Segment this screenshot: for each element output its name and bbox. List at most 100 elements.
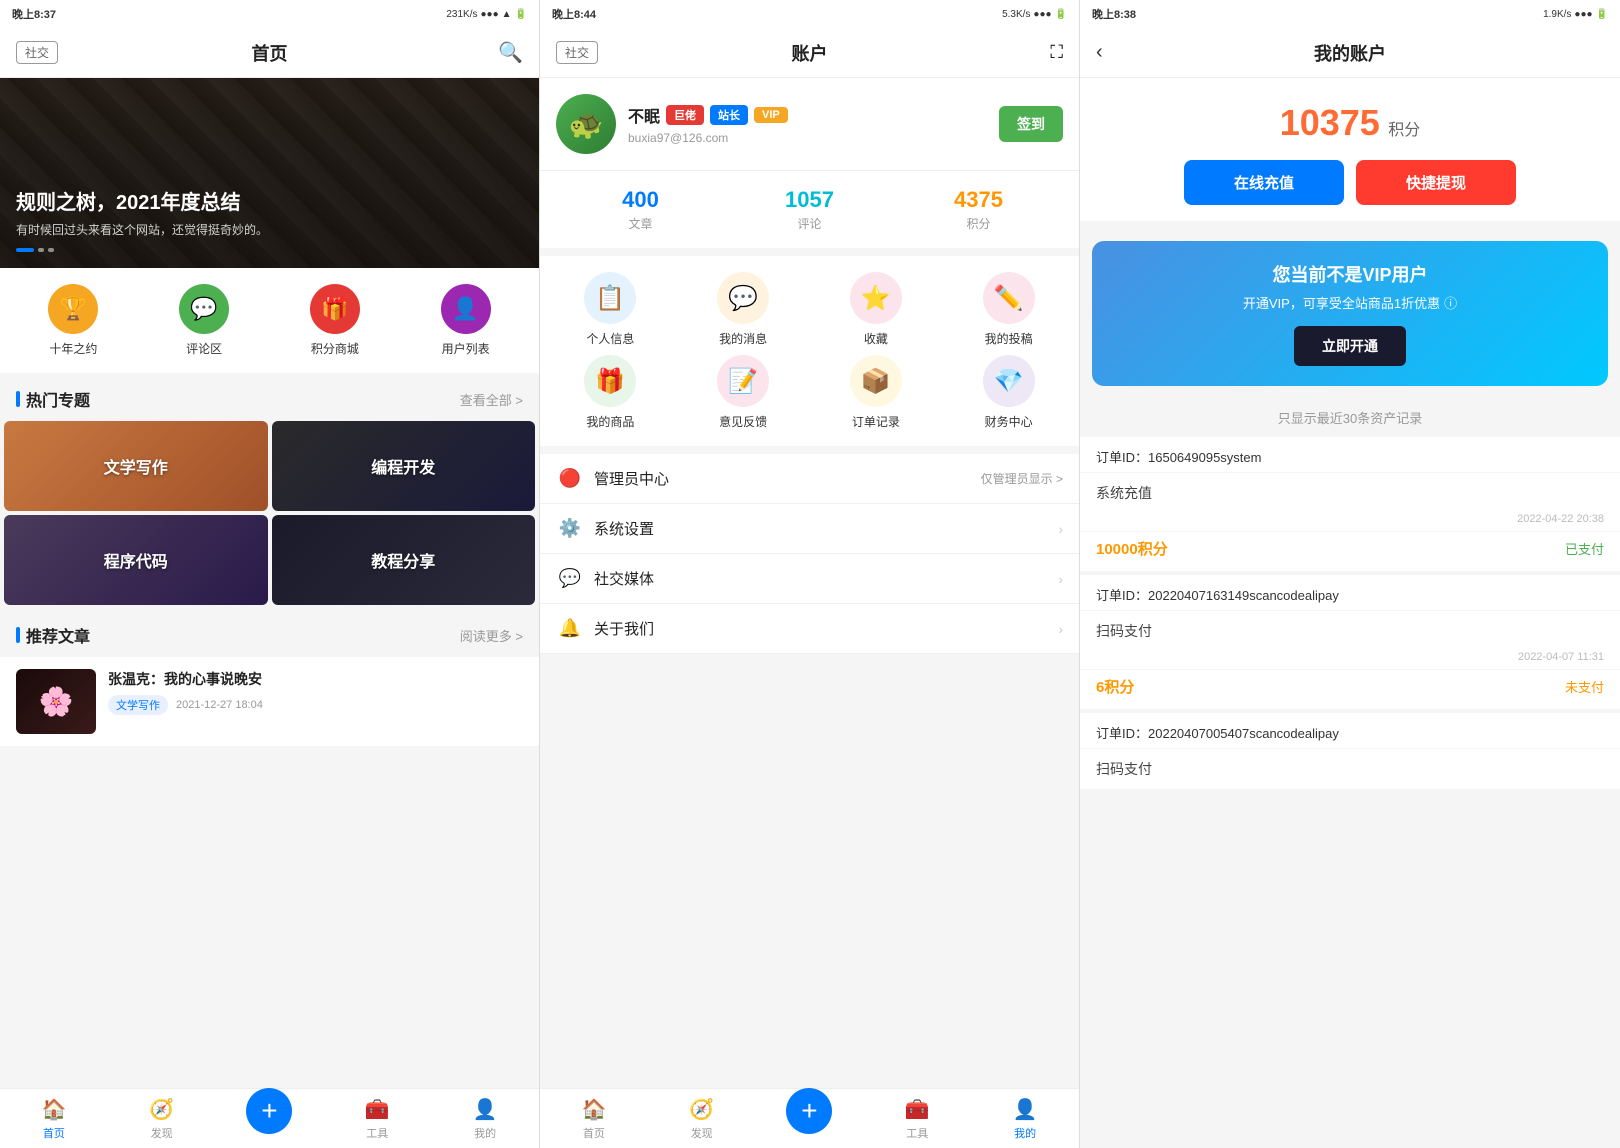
messages-icon: 💬 — [717, 272, 769, 324]
bottom-nav-add-btn[interactable]: + — [216, 1104, 324, 1134]
goods-label: 我的商品 — [586, 413, 634, 430]
finance-icon: 💎 — [983, 355, 1035, 407]
back-button[interactable]: ‹ — [1096, 41, 1103, 64]
status-icons-account: 5.3K/s ●●● 🔋 — [1002, 9, 1067, 20]
settings-label: 系统设置 — [594, 518, 1048, 539]
discover-label: 发现 — [151, 1125, 173, 1141]
stat-points: 4375 积分 — [894, 187, 1063, 232]
nav-title-myaccount: 我的账户 — [1314, 40, 1386, 66]
hero-title: 规则之树，2021年度总结 — [16, 186, 523, 215]
bottom-nav-me-btn-2[interactable]: 👤 我的 — [971, 1097, 1079, 1141]
feedback-icon: 📝 — [717, 355, 769, 407]
hot-topics-header: 热门专题 查看全部 > — [0, 373, 539, 421]
vip-subtitle-text: 开通VIP，可享受全站商品1折优惠 — [1243, 293, 1440, 312]
banner-dots — [16, 248, 523, 252]
topic-label-3: 程序代码 — [104, 548, 168, 572]
tools-label-2: 工具 — [906, 1125, 928, 1141]
admin-label: 管理员中心 — [594, 468, 971, 489]
badge-station: 站长 — [710, 105, 748, 125]
status-icons-home: 231K/s ●●● ▲ 🔋 — [446, 9, 527, 20]
quick-item-4[interactable]: 👤 用户列表 — [441, 284, 491, 357]
bottom-nav-me-btn[interactable]: 👤 我的 — [431, 1097, 539, 1141]
bottom-nav-discover-btn[interactable]: 🧭 发现 — [108, 1097, 216, 1141]
quick-item-3[interactable]: 🎁 积分商城 — [310, 284, 360, 357]
hero-banner[interactable]: 规则之树，2021年度总结 有时候回过头来看这个网站，还觉得挺奇妙的。 — [0, 78, 539, 268]
nav-bar-account: 社交 账户 ⛶ — [540, 28, 1079, 78]
bottom-nav-discover-btn-2[interactable]: 🧭 发现 — [648, 1097, 756, 1141]
order-desc-3: 扫码支付 — [1080, 749, 1620, 789]
article-title-1: 张温克：我的心事说晚安 — [108, 669, 523, 689]
menu-messages[interactable]: 💬 我的消息 — [681, 272, 806, 347]
order-1: 订单ID：1650649095system 系统充值 2022-04-22 20… — [1080, 437, 1620, 571]
menu-social[interactable]: 💬 社交媒体 › — [540, 554, 1079, 604]
menu-admin[interactable]: 🔴 管理员中心 仅管理员显示 > — [540, 454, 1079, 504]
menu-profile[interactable]: 📋 个人信息 — [548, 272, 673, 347]
status-battery-home: 🔋 — [515, 9, 527, 20]
orders-icon: 📦 — [850, 355, 902, 407]
bottom-nav-home-btn-2[interactable]: 🏠 首页 — [540, 1097, 648, 1141]
quick-icon-1: 🏆 — [48, 284, 98, 334]
quick-item-1[interactable]: 🏆 十年之约 — [48, 284, 98, 357]
home-label: 首页 — [43, 1125, 65, 1141]
social-tag-account[interactable]: 社交 — [556, 41, 598, 64]
vip-open-button[interactable]: 立即开通 — [1294, 326, 1406, 366]
messages-label: 我的消息 — [719, 330, 767, 347]
contribute-icon: ✏️ — [983, 272, 1035, 324]
admin-right: 仅管理员显示 > — [981, 470, 1063, 487]
about-icon: 🔔 — [556, 618, 584, 639]
menu-finance[interactable]: 💎 财务中心 — [946, 355, 1071, 430]
expand-icon-account[interactable]: ⛶ — [1050, 42, 1063, 63]
topic-item-4[interactable]: 教程分享 — [272, 515, 536, 605]
vip-title: 您当前不是VIP用户 — [1112, 261, 1588, 287]
discover-icon-2: 🧭 — [689, 1097, 714, 1122]
order-id-2: 订单ID：20220407163149scancodealipay — [1080, 575, 1620, 611]
order-desc-1: 系统充值 — [1080, 473, 1620, 513]
hot-topics-more[interactable]: 查看全部 > — [460, 390, 523, 409]
status-time-myaccount: 晚上8:38 — [1092, 6, 1136, 22]
nav-left-home: 社交 — [16, 41, 58, 64]
bottom-nav-tools-btn[interactable]: 🧰 工具 — [323, 1097, 431, 1141]
menu-feedback[interactable]: 📝 意见反馈 — [681, 355, 806, 430]
vip-info-icon: ⓘ — [1444, 293, 1457, 312]
hot-topics-title: 热门专题 — [16, 387, 90, 411]
order-status-1: 已支付 — [1565, 539, 1604, 558]
topic-item-3[interactable]: 程序代码 — [4, 515, 268, 605]
menu-contribute[interactable]: ✏️ 我的投稿 — [946, 272, 1071, 347]
badge-julaod: 巨佬 — [666, 105, 704, 125]
menu-goods[interactable]: 🎁 我的商品 — [548, 355, 673, 430]
recommended-more[interactable]: 阅读更多 > — [460, 626, 523, 645]
menu-settings[interactable]: ⚙️ 系统设置 › — [540, 504, 1079, 554]
bottom-nav-tools-btn-2[interactable]: 🧰 工具 — [863, 1097, 971, 1141]
social-tag-home[interactable]: 社交 — [16, 41, 58, 64]
bottom-nav-add-btn-2[interactable]: + — [756, 1104, 864, 1134]
nav-right-account: ⛶ — [1050, 42, 1063, 63]
account-name: 不眠 — [628, 103, 660, 127]
menu-about[interactable]: 🔔 关于我们 › — [540, 604, 1079, 654]
menu-favorites[interactable]: ⭐ 收藏 — [814, 272, 939, 347]
article-thumb-1: 🌸 — [16, 669, 96, 734]
menu-orders[interactable]: 📦 订单记录 — [814, 355, 939, 430]
nav-bar-myaccount: ‹ 我的账户 — [1080, 28, 1620, 78]
article-meta-1: 文学写作 2021-12-27 18:04 — [108, 695, 523, 715]
status-time-home: 晚上8:37 — [12, 6, 56, 22]
dot-active — [16, 248, 34, 252]
order-status-2: 未支付 — [1565, 677, 1604, 696]
article-item-1[interactable]: 🌸 张温克：我的心事说晚安 文学写作 2021-12-27 18:04 — [0, 657, 539, 746]
feedback-label: 意见反馈 — [719, 413, 767, 430]
settings-icon: ⚙️ — [556, 518, 584, 539]
topic-item-2[interactable]: 编程开发 — [272, 421, 536, 511]
topic-item-1[interactable]: 文学写作 — [4, 421, 268, 511]
tools-icon-2: 🧰 — [905, 1097, 930, 1122]
search-icon-home[interactable]: 🔍 — [498, 40, 523, 65]
withdraw-button[interactable]: 快捷提现 — [1356, 160, 1516, 205]
quick-item-2[interactable]: 💬 评论区 — [179, 284, 229, 357]
profile-label: 个人信息 — [586, 330, 634, 347]
topic-label-1: 文学写作 — [104, 454, 168, 478]
bottom-nav-account: 🏠 首页 🧭 发现 + 🧰 工具 👤 我的 — [540, 1088, 1079, 1148]
bottom-nav-home-btn[interactable]: 🏠 首页 — [0, 1097, 108, 1141]
sign-in-button[interactable]: 签到 — [999, 106, 1063, 142]
status-wifi-home: ▲ — [502, 9, 512, 20]
quick-icon-3: 🎁 — [310, 284, 360, 334]
recharge-button[interactable]: 在线充值 — [1184, 160, 1344, 205]
status-bar-home: 晚上8:37 231K/s ●●● ▲ 🔋 — [0, 0, 539, 28]
